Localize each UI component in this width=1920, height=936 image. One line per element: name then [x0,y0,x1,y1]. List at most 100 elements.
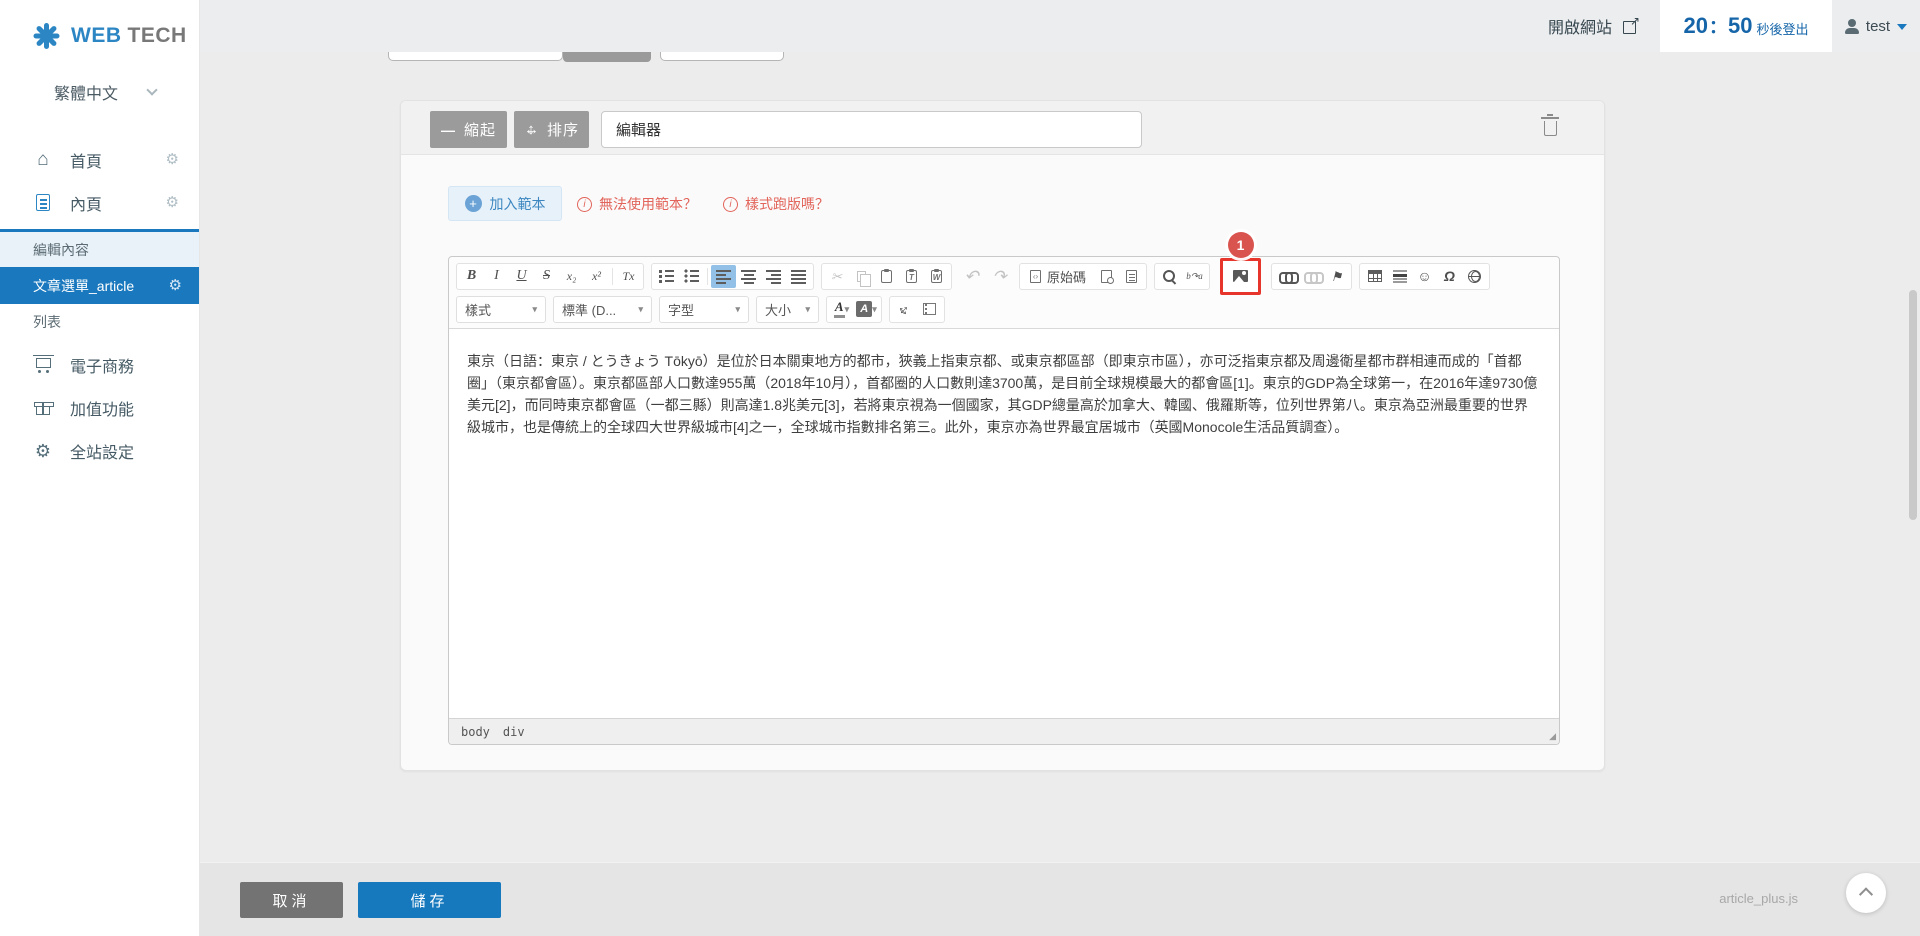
logo-text-primary: WEB [71,24,122,47]
source-button[interactable]: 原始碼 [1022,265,1094,288]
anchor-button[interactable]: ⚑ [1324,265,1349,288]
format-dropdown[interactable]: 標準 (D... [553,296,652,323]
sidebar-item-addons[interactable]: 加值功能 [0,386,199,429]
language-selector[interactable]: 繁體中文 [0,80,199,104]
styles-dropdown[interactable]: 樣式 [456,296,546,323]
cut-button[interactable]: ✂ [824,265,849,288]
underline-button[interactable]: U [509,265,534,288]
scroll-to-top-button[interactable] [1846,873,1886,913]
page-scrollbar-thumb[interactable] [1909,290,1917,520]
save-button[interactable]: 儲存 [358,882,501,918]
app-logo: WEB TECH [0,0,199,50]
find-button[interactable] [1157,265,1182,288]
trash-icon[interactable] [1544,121,1557,136]
numbered-list-button[interactable] [654,265,679,288]
justify-button[interactable] [786,265,811,288]
table-button[interactable] [1362,265,1387,288]
copy-button[interactable] [849,265,874,288]
size-dropdown[interactable]: 大小 [756,296,819,323]
step-badge: 1 [1228,232,1254,258]
background-color-button[interactable] [854,298,879,321]
help-link-template[interactable]: 無法使用範本？ [577,194,697,214]
font-dropdown-label: 字型 [668,300,694,319]
smiley-button[interactable]: ☺ [1412,265,1437,288]
open-site-button[interactable]: 開啟網站 [1526,0,1660,52]
maximize-button[interactable] [892,298,917,321]
add-template-label: 加入範本 [490,194,546,214]
sidebar-item-edit-content[interactable]: 編輯內容 [0,232,199,267]
sort-button[interactable]: 排序 [514,111,589,148]
horizontal-rule-button[interactable] [1387,265,1412,288]
sidebar-item-site-settings[interactable]: ⚙ 全站設定 [0,429,199,472]
sidebar-item-ecommerce[interactable]: 電子商務 [0,343,199,386]
align-right-button[interactable] [761,265,786,288]
show-blocks-button[interactable] [917,298,942,321]
editor-paragraph: 東京（日語：東京 / とうきょう Tōkyō）是位於日本關東地方的都市，狹義上指… [467,353,1537,435]
align-left-button[interactable] [711,265,736,288]
justify-icon [791,269,806,284]
editor-content-area[interactable]: 東京（日語：東京 / とうきょう Tōkyō）是位於日本關東地方的都市，狹義上指… [449,329,1559,718]
path-body[interactable]: body [461,725,490,739]
gear-icon[interactable]: ⚙ [166,152,179,167]
source-label: 原始碼 [1047,267,1086,286]
subscript-button[interactable]: x₂ [559,265,584,288]
special-char-button[interactable]: Ω [1437,265,1462,288]
paste-from-word-button[interactable] [924,265,949,288]
sidebar-item-article-menu[interactable]: 文章選單_article ⚙ [0,267,199,304]
sidebar-item-list[interactable]: 列表 [0,304,199,339]
sort-label: 排序 [547,119,579,140]
timer-colon: ： [1709,13,1727,39]
editor-elements-path: body div ◢ [449,718,1559,744]
resize-grip-icon[interactable]: ◢ [1549,731,1556,742]
caret-icon [532,304,537,315]
chevron-up-icon [1859,887,1873,901]
gear-icon[interactable]: ⚙ [169,278,182,293]
info-icon [723,197,738,212]
omega-icon: Ω [1444,269,1455,283]
collapse-button[interactable]: — 縮起 [430,111,507,148]
rich-text-editor: B I U S x₂ x² Tx [448,256,1560,745]
font-dropdown[interactable]: 字型 [659,296,749,323]
cancel-button[interactable]: 取消 [240,882,343,918]
preview-button[interactable] [1094,265,1119,288]
bulleted-list-button[interactable] [679,265,704,288]
path-div[interactable]: div [503,725,525,739]
maximize-icon [894,298,915,319]
gear-icon[interactable]: ⚙ [166,195,179,210]
minus-icon: — [441,123,456,137]
italic-button[interactable]: I [484,265,509,288]
numbered-list-icon [659,269,674,284]
paste-as-text-button[interactable] [899,265,924,288]
logo-asterisk-icon [32,22,60,50]
replace-button[interactable] [1182,265,1207,288]
bold-button[interactable]: B [459,265,484,288]
templates-button[interactable] [1119,265,1144,288]
align-center-button[interactable] [736,265,761,288]
block-title-input[interactable] [601,111,1142,148]
user-menu[interactable]: test [1832,0,1920,52]
remove-format-button[interactable]: Tx [616,265,641,288]
undo-button[interactable]: ↶ [959,265,984,288]
unlink-button[interactable] [1299,265,1324,288]
help-link-style[interactable]: 樣式跑版嗎？ [723,194,829,214]
redo-button[interactable]: ↷ [987,265,1012,288]
clipped-tab-stub [660,52,784,61]
iframe-button[interactable] [1462,265,1487,288]
insert-image-button[interactable] [1228,265,1253,288]
paste-word-icon [931,270,942,283]
sidebar-item-label: 編輯內容 [33,240,89,260]
logo-text-secondary: TECH [128,24,187,47]
paste-button[interactable] [874,265,899,288]
strikethrough-button[interactable]: S [534,265,559,288]
superscript-button[interactable]: x² [584,265,609,288]
text-color-button[interactable] [829,298,854,321]
sidebar-item-inner-pages[interactable]: 內頁 ⚙ [0,181,199,224]
add-template-button[interactable]: 加入範本 [448,186,562,221]
paste-text-icon [906,270,917,283]
move-icon [524,122,539,137]
sidebar-item-home[interactable]: ⌂ 首頁 ⚙ [0,138,199,181]
help-link-label: 無法使用範本？ [599,194,697,214]
link-button[interactable] [1274,265,1299,288]
cart-icon [36,358,51,368]
external-link-icon [1623,19,1638,34]
